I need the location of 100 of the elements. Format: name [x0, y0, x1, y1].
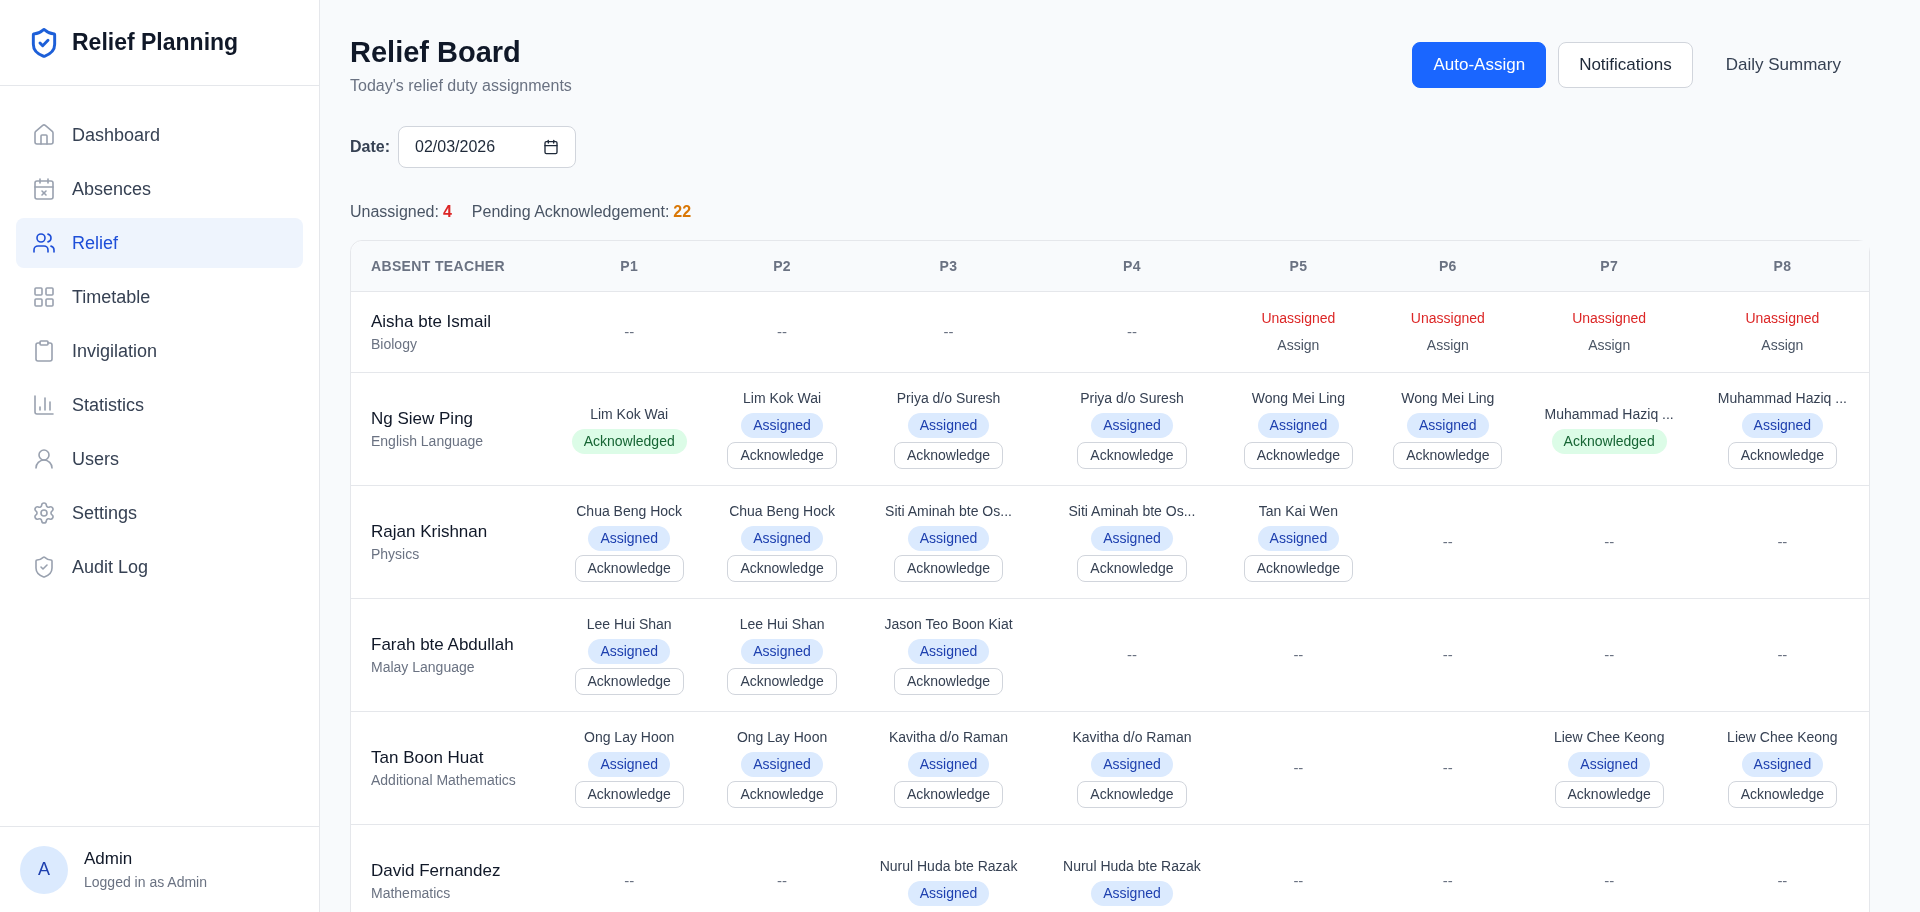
acknowledge-button[interactable]: Acknowledge — [727, 555, 837, 583]
header-button[interactable]: Notifications — [1558, 42, 1693, 88]
relief-teacher-name: Tan Kai Wen — [1258, 502, 1338, 522]
status-badge: Assigned — [741, 526, 823, 552]
acknowledge-button[interactable]: Acknowledge — [574, 668, 684, 696]
date-label: Date: — [350, 137, 390, 158]
grid-icon — [32, 285, 56, 309]
empty-dash: -- — [777, 870, 788, 891]
absent-teacher-name: David Fernandez — [371, 859, 502, 882]
date-field[interactable]: 02/03/2026 — [398, 126, 577, 169]
nav-item[interactable]: Timetable — [16, 272, 303, 322]
empty-dash: -- — [1126, 321, 1137, 342]
settings-icon — [32, 501, 56, 525]
nav-item[interactable]: Invigilation — [16, 326, 303, 376]
stat-label: Pending Acknowledgement: — [471, 202, 670, 223]
acknowledge-button[interactable]: Acknowledge — [893, 668, 1004, 696]
status-text: Unassigned — [1410, 308, 1485, 328]
nav-item[interactable]: Dashboard — [16, 110, 303, 160]
relief-teacher-name: Jason Teo Boon Kiat — [884, 615, 1013, 635]
acknowledge-button[interactable]: Acknowledge — [1077, 781, 1187, 809]
subject-text: Additional Mathematics — [371, 771, 517, 790]
assign-link[interactable]: Assign — [1426, 334, 1469, 356]
user-role: Logged in as Admin — [84, 872, 207, 892]
relief-teacher-name: Priya d/o Suresh — [1080, 389, 1184, 409]
relief-teacher-name: Wong Mei Ling — [1401, 389, 1495, 409]
acknowledge-button[interactable]: Acknowledge — [727, 668, 837, 696]
acknowledge-button[interactable]: Acknowledge — [574, 781, 684, 809]
relief-teacher-name: Muhammad Haziq ... — [1544, 404, 1674, 424]
acknowledge-button[interactable]: Acknowledge — [893, 555, 1004, 583]
status-text: Unassigned — [1745, 308, 1820, 328]
status-badge: Assigned — [1741, 413, 1824, 439]
nav-item[interactable]: Absences — [16, 164, 303, 214]
status-badge: Assigned — [1091, 413, 1173, 439]
status-badge: Assigned — [1407, 413, 1489, 439]
nav-item[interactable]: Relief — [16, 218, 303, 268]
empty-dash: -- — [624, 321, 635, 342]
acknowledge-button[interactable]: Acknowledge — [893, 442, 1004, 470]
acknowledge-button[interactable]: Acknowledge — [727, 781, 837, 809]
user-name: Admin — [84, 848, 134, 871]
calendar-icon — [543, 139, 560, 156]
status-badge: Assigned — [1091, 880, 1173, 906]
page-subtitle: Today's relief duty assignments — [350, 76, 572, 97]
stat-count: 22 — [673, 202, 692, 223]
column-header: P1 — [551, 241, 708, 292]
page-title: Relief Board — [350, 35, 522, 70]
nav-item[interactable]: Audit Log — [16, 542, 303, 592]
relief-teacher-name: Chua Beng Hock — [576, 502, 683, 522]
status-badge: Assigned — [588, 752, 670, 778]
relief-teacher-name: Lee Hui Shan — [586, 615, 672, 635]
assign-link[interactable]: Assign — [1761, 334, 1804, 356]
acknowledge-button[interactable]: Acknowledge — [574, 555, 684, 583]
nav-item[interactable]: Settings — [16, 488, 303, 538]
relief-teacher-name: Wong Mei Ling — [1251, 389, 1345, 409]
column-header: P5 — [1223, 241, 1374, 292]
status-badge: Assigned — [741, 413, 823, 439]
empty-dash: -- — [1604, 870, 1615, 891]
column-header: P6 — [1373, 241, 1523, 292]
empty-dash: -- — [1442, 644, 1453, 665]
acknowledge-button[interactable]: Acknowledge — [1393, 442, 1503, 470]
acknowledge-button[interactable]: Acknowledge — [1727, 781, 1837, 809]
clipboard-icon — [32, 339, 56, 363]
header-button[interactable]: Daily Summary — [1704, 42, 1862, 88]
relief-teacher-name: Muhammad Haziq ... — [1717, 389, 1847, 409]
brand-title: Relief Planning — [72, 28, 239, 58]
absent-teacher-name: Ng Siew Ping — [371, 407, 475, 430]
acknowledge-button[interactable]: Acknowledge — [1554, 781, 1664, 809]
subject-text: English Language — [371, 432, 485, 451]
relief-teacher-name: Priya d/o Suresh — [896, 389, 1001, 409]
status-badge: Acknowledged — [571, 428, 687, 454]
acknowledge-button[interactable]: Acknowledge — [893, 781, 1004, 809]
column-header: P3 — [856, 241, 1041, 292]
stat-count: 4 — [442, 202, 452, 223]
status-badge: Assigned — [1091, 526, 1173, 552]
relief-teacher-name: Siti Aminah bte Os... — [885, 502, 1012, 522]
subject-text: Malay Language — [371, 658, 476, 677]
status-badge: Assigned — [1257, 526, 1340, 552]
empty-dash: -- — [1604, 531, 1615, 552]
status-badge: Assigned — [907, 413, 990, 439]
avatar: A — [20, 845, 68, 894]
acknowledge-button[interactable]: Acknowledge — [1243, 442, 1353, 470]
empty-dash: -- — [1293, 644, 1304, 665]
status-badge: Assigned — [907, 526, 990, 552]
header-button[interactable]: Auto-Assign — [1412, 42, 1547, 88]
acknowledge-button[interactable]: Acknowledge — [1077, 555, 1187, 583]
subject-text: Mathematics — [371, 884, 452, 903]
column-header: P7 — [1522, 241, 1696, 292]
relief-teacher-name: Liew Chee Keong — [1727, 728, 1838, 748]
acknowledge-button[interactable]: Acknowledge — [1243, 555, 1353, 583]
status-badge: Assigned — [907, 639, 990, 665]
nav-item[interactable]: Users — [16, 434, 303, 484]
empty-dash: -- — [624, 870, 635, 891]
acknowledge-button[interactable]: Acknowledge — [1077, 442, 1187, 470]
nav-item[interactable]: Statistics — [16, 380, 303, 430]
absent-teacher-name: Farah bte Abdullah — [371, 633, 515, 656]
assign-link[interactable]: Assign — [1588, 334, 1631, 356]
assign-link[interactable]: Assign — [1277, 334, 1320, 356]
status-badge: Assigned — [1568, 752, 1650, 778]
people-icon — [32, 231, 56, 255]
acknowledge-button[interactable]: Acknowledge — [727, 442, 837, 470]
acknowledge-button[interactable]: Acknowledge — [1727, 442, 1837, 470]
